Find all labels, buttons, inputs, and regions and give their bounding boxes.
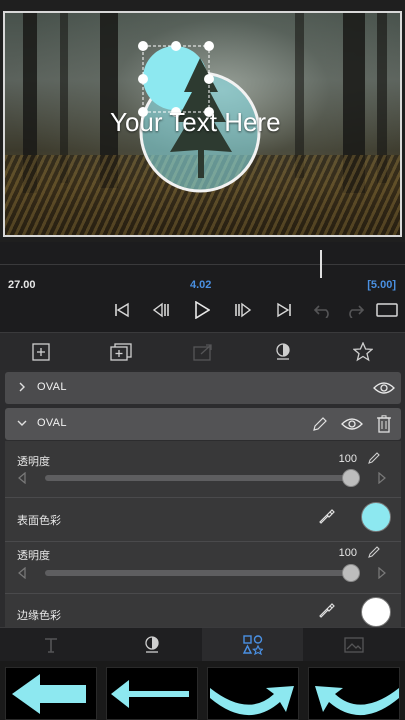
pencil-icon — [368, 452, 380, 464]
redo-button[interactable] — [341, 296, 369, 324]
tab-shapes[interactable] — [202, 628, 303, 662]
skip-to-end-button[interactable] — [270, 296, 298, 324]
step-forward-button[interactable] — [229, 296, 257, 324]
border-opacity-label: 透明度 — [17, 550, 50, 562]
opacity-slider-knob[interactable] — [342, 469, 360, 487]
chevron-right-icon — [19, 382, 25, 392]
eyedropper-icon — [319, 603, 335, 618]
step-back-button[interactable] — [147, 296, 175, 324]
image-tab-icon — [343, 637, 364, 653]
shape-tile-arrow-left-thin[interactable] — [106, 667, 198, 720]
shape-library — [0, 661, 405, 720]
timeline[interactable]: 27.00 4.02 [5.00] — [0, 242, 405, 332]
increase-icon — [378, 567, 386, 579]
duplicate-layer-button[interactable] — [108, 339, 134, 365]
skip-to-start-button[interactable] — [108, 296, 136, 324]
border-color-swatch[interactable] — [361, 597, 391, 627]
aspect-button[interactable] — [373, 296, 401, 324]
mask-icon — [276, 343, 290, 360]
add-layer-icon — [32, 343, 50, 361]
layer-name: OVAL — [37, 381, 67, 393]
playhead[interactable] — [320, 250, 322, 278]
eye-icon — [373, 382, 395, 394]
redo-icon — [349, 305, 365, 318]
replace-button[interactable] — [190, 339, 216, 365]
favorite-button[interactable] — [350, 339, 376, 365]
favorite-icon — [353, 342, 373, 362]
visibility-toggle[interactable] — [341, 414, 363, 434]
mask-button[interactable] — [270, 339, 296, 365]
style-tab-icon — [144, 636, 159, 653]
play-button[interactable] — [188, 296, 216, 324]
divider — [5, 541, 401, 542]
step-back-icon — [152, 302, 169, 318]
undo-button[interactable] — [309, 296, 337, 324]
shape-tile-arrow-left-thick[interactable] — [5, 667, 97, 720]
replace-icon — [193, 344, 212, 361]
decrease-icon — [18, 472, 26, 484]
border-opacity-value: 100 — [338, 547, 357, 559]
opacity-label: 透明度 — [17, 456, 50, 468]
increase-icon — [378, 472, 386, 484]
shape-tile-arrow-curved-right[interactable] — [207, 667, 299, 720]
layer-row-oval-2[interactable]: OVAL — [5, 408, 401, 440]
arrow-curved-left-icon — [315, 686, 399, 716]
shapes-tab-icon — [242, 635, 263, 655]
layer-name: OVAL — [37, 417, 67, 429]
shape-tile-arrow-curved-left[interactable] — [308, 667, 400, 720]
border-opacity-slider[interactable] — [45, 570, 351, 576]
skip-to-start-icon — [115, 302, 129, 318]
current-time: 4.02 — [190, 279, 212, 291]
pencil-icon — [313, 417, 327, 431]
end-time[interactable]: [5.00] — [367, 279, 396, 291]
layer-properties: 透明度 100 表面色彩 透明度 100 边缘色彩 — [5, 441, 401, 627]
start-time: 27.00 — [8, 279, 36, 291]
tab-image[interactable] — [303, 628, 404, 662]
overlay-text-layer[interactable]: Your Text Here — [110, 107, 300, 138]
aspect-icon — [376, 303, 398, 317]
arrow-left-thick-icon — [12, 674, 86, 714]
edit-button[interactable] — [309, 414, 331, 434]
arrow-curved-right-icon — [210, 686, 294, 716]
video-preview: Your Text Here — [0, 0, 405, 242]
skip-to-end-icon — [277, 302, 291, 318]
eye-icon — [341, 418, 363, 430]
opacity-slider[interactable] — [45, 475, 351, 481]
opacity-value: 100 — [338, 453, 357, 465]
decrease-icon — [18, 567, 26, 579]
duplicate-layer-icon — [110, 343, 132, 361]
undo-icon — [313, 305, 329, 318]
step-forward-icon — [235, 302, 252, 318]
trash-icon — [377, 415, 391, 433]
bottom-tab-bar — [0, 627, 405, 662]
layer-toolbar — [0, 332, 405, 370]
arrow-left-thin-icon — [111, 680, 189, 708]
chevron-down-icon — [17, 420, 27, 426]
divider — [5, 593, 401, 594]
tab-style[interactable] — [101, 628, 202, 662]
eyedropper-icon — [319, 509, 335, 524]
tab-text[interactable] — [0, 628, 101, 662]
text-tab-icon — [44, 638, 57, 653]
border-color-label: 边缘色彩 — [17, 610, 61, 622]
visibility-toggle[interactable] — [373, 378, 395, 398]
border-opacity-slider-knob[interactable] — [342, 564, 360, 582]
divider — [5, 497, 401, 498]
delete-button[interactable] — [373, 414, 395, 434]
layer-row-oval-1[interactable]: OVAL — [5, 372, 401, 404]
pencil-icon — [368, 546, 380, 558]
fill-color-swatch[interactable] — [361, 502, 391, 532]
add-layer-button[interactable] — [28, 339, 54, 365]
app-root: Your Text Here 27.00 4.02 [5.00] OVAL OV… — [0, 0, 405, 720]
layer-panel: OVAL OVAL 透明度 100 表面色彩 透明度 100 边缘色彩 — [0, 332, 405, 627]
timeline-track[interactable] — [0, 264, 405, 265]
play-icon — [195, 301, 210, 319]
fill-color-label: 表面色彩 — [17, 515, 61, 527]
